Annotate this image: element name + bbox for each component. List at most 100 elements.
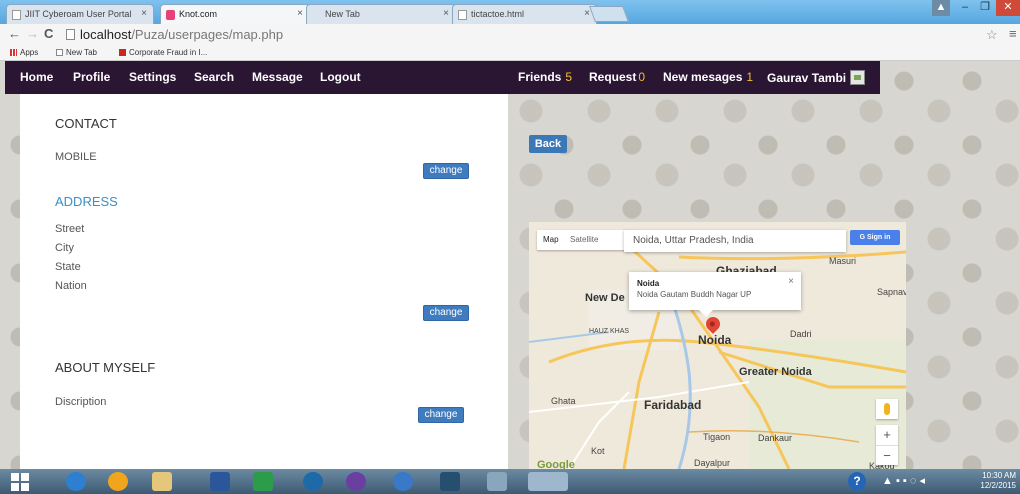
apps-grid-icon [10, 49, 17, 56]
windows-start-icon[interactable] [10, 472, 30, 491]
app-icon[interactable] [346, 472, 366, 491]
map-type-map[interactable]: Map [543, 235, 559, 244]
back-arrow-icon[interactable]: ← [8, 26, 21, 41]
help-icon[interactable]: ? [848, 472, 866, 491]
change-contact-button[interactable]: change [423, 163, 469, 179]
nation-label: Nation [55, 280, 87, 292]
map-label-dayalpur: Dayalpur [694, 458, 731, 468]
nav-settings[interactable]: Settings [129, 70, 176, 84]
hp-icon[interactable] [303, 472, 323, 491]
address-bar[interactable]: localhost/Puza/userpages/map.php [66, 26, 1000, 43]
street-view-pegman-icon[interactable] [876, 399, 898, 419]
media-app-icon[interactable] [108, 472, 128, 491]
tab-tictactoe[interactable]: tictactoe.html × [452, 4, 597, 24]
close-icon[interactable]: × [788, 276, 794, 287]
nav-logout[interactable]: Logout [320, 70, 361, 84]
page-icon [458, 10, 467, 20]
nav-new-messages[interactable]: New mesages 1 [663, 70, 753, 84]
city-label: City [55, 242, 74, 254]
web-page: Home Profile Settings Search Message Log… [0, 61, 1020, 469]
bookmark-apps[interactable]: Apps [10, 48, 38, 57]
friends-count-badge: 5 [565, 70, 573, 84]
sp-logo-icon [119, 49, 126, 56]
back-button[interactable]: Back [529, 135, 567, 153]
clock-date: 12/2/2015 [980, 481, 1016, 490]
tab-jiit-cyberoam[interactable]: JIIT Cyberoam User Portal × [6, 4, 154, 24]
bookmarks-bar: Apps New Tab Corporate Fraud in I... [0, 45, 1020, 61]
bookmark-label: Corporate Fraud in I... [129, 48, 208, 57]
nav-request-label: Request [589, 70, 637, 84]
change-address-button[interactable]: change [423, 305, 469, 321]
store-icon[interactable] [253, 472, 273, 491]
reload-icon[interactable]: C [44, 26, 53, 41]
chrome-active-icon[interactable] [528, 472, 568, 491]
close-tab-icon[interactable]: × [141, 8, 147, 19]
close-window-button[interactable]: ✕ [996, 0, 1020, 16]
map-label-hauz-khas: HAUZ KHAS [589, 328, 630, 335]
menu-icon[interactable]: ≡ [1009, 26, 1017, 41]
page-icon [66, 29, 75, 40]
map-label-tigaon: Tigaon [703, 432, 731, 442]
nav-friends[interactable]: Friends 5 [518, 70, 572, 84]
nav-profile[interactable]: Profile [73, 70, 110, 84]
forward-arrow-icon[interactable]: → [26, 26, 39, 41]
page-icon [12, 10, 21, 20]
bookmark-label: New Tab [66, 48, 97, 57]
google-logo: Google [537, 459, 575, 469]
internet-explorer-icon[interactable] [66, 472, 86, 491]
nav-request[interactable]: Request 0 [589, 70, 645, 84]
request-count-badge: 0 [638, 70, 646, 84]
browser-toolbar: ← → C localhost/Puza/userpages/map.php ☆… [0, 24, 1020, 45]
nav-home[interactable]: Home [20, 70, 53, 84]
close-tab-icon[interactable]: × [297, 8, 303, 19]
tab-knot[interactable]: Knot.com × [160, 4, 310, 24]
bookmark-star-icon[interactable]: ☆ [986, 27, 998, 43]
windows-taskbar: ? ▲ ▪ ▪ ◌ ◂ 10:30 AM 12/2/2015 [0, 469, 1020, 494]
tray-icons[interactable]: ▲ ▪ ▪ ◌ ◂ [882, 469, 925, 494]
profile-panel: CONTACT MOBILE change ADDRESS Street Cit… [20, 94, 508, 469]
close-tab-icon[interactable]: × [443, 8, 449, 19]
google-map[interactable]: Map Satellite Noida, Uttar Pradesh, Indi… [529, 222, 906, 469]
map-label-kot: Kot [591, 446, 605, 456]
nav-message[interactable]: Message [252, 70, 303, 84]
contact-heading: CONTACT [55, 116, 117, 131]
street-label: Street [55, 223, 85, 235]
bookmark-corporate-fraud[interactable]: Corporate Fraud in I... [119, 48, 207, 57]
map-label-greater-noida: Greater Noida [739, 366, 812, 378]
tab-title: Knot.com [179, 9, 218, 19]
file-explorer-icon[interactable] [152, 472, 172, 491]
map-search-input[interactable]: Noida, Uttar Pradesh, India [624, 230, 846, 252]
maximize-button[interactable]: ❐ [976, 0, 994, 16]
change-about-button[interactable]: change [418, 407, 464, 423]
tab-title: JIIT Cyberoam User Portal [25, 9, 132, 19]
tab-new-tab[interactable]: New Tab × [306, 4, 456, 24]
nav-search[interactable]: Search [194, 70, 234, 84]
description-label: Discription [55, 396, 107, 408]
map-label-sapnav: Sapnav [877, 287, 906, 297]
map-label-new-delhi: New De [585, 292, 625, 304]
word-icon[interactable] [210, 472, 230, 491]
bookmark-new-tab[interactable]: New Tab [56, 48, 97, 57]
new-tab-button[interactable] [589, 6, 629, 22]
zoom-out-button[interactable]: − [876, 445, 898, 465]
chrome-icon[interactable] [393, 472, 413, 491]
zoom-in-button[interactable]: + [876, 425, 898, 445]
app-icon[interactable] [440, 472, 460, 491]
nav-new-messages-label: New mesages [663, 70, 743, 84]
new-messages-count-badge: 1 [746, 70, 754, 84]
user-profile-icon[interactable]: ▲ [932, 0, 950, 16]
close-tab-icon[interactable]: × [584, 8, 590, 19]
google-sign-in-button[interactable]: G Sign in [850, 230, 900, 245]
map-label-ghata: Ghata [551, 396, 576, 406]
avatar-icon [850, 70, 866, 85]
map-type-satellite[interactable]: Satellite [570, 235, 598, 244]
taskbar-clock[interactable]: 10:30 AM 12/2/2015 [980, 471, 1016, 491]
page-icon [56, 49, 63, 56]
app-icon[interactable] [487, 472, 507, 491]
tab-title: New Tab [325, 9, 360, 19]
top-navbar: Home Profile Settings Search Message Log… [5, 61, 880, 94]
map-info-window: Noida Noida Gautam Buddh Nagar UP × [629, 272, 801, 317]
map-label-noida: Noida [698, 333, 732, 347]
nav-user[interactable]: Gaurav Tambi [767, 70, 866, 85]
minimize-button[interactable]: – [956, 0, 974, 16]
